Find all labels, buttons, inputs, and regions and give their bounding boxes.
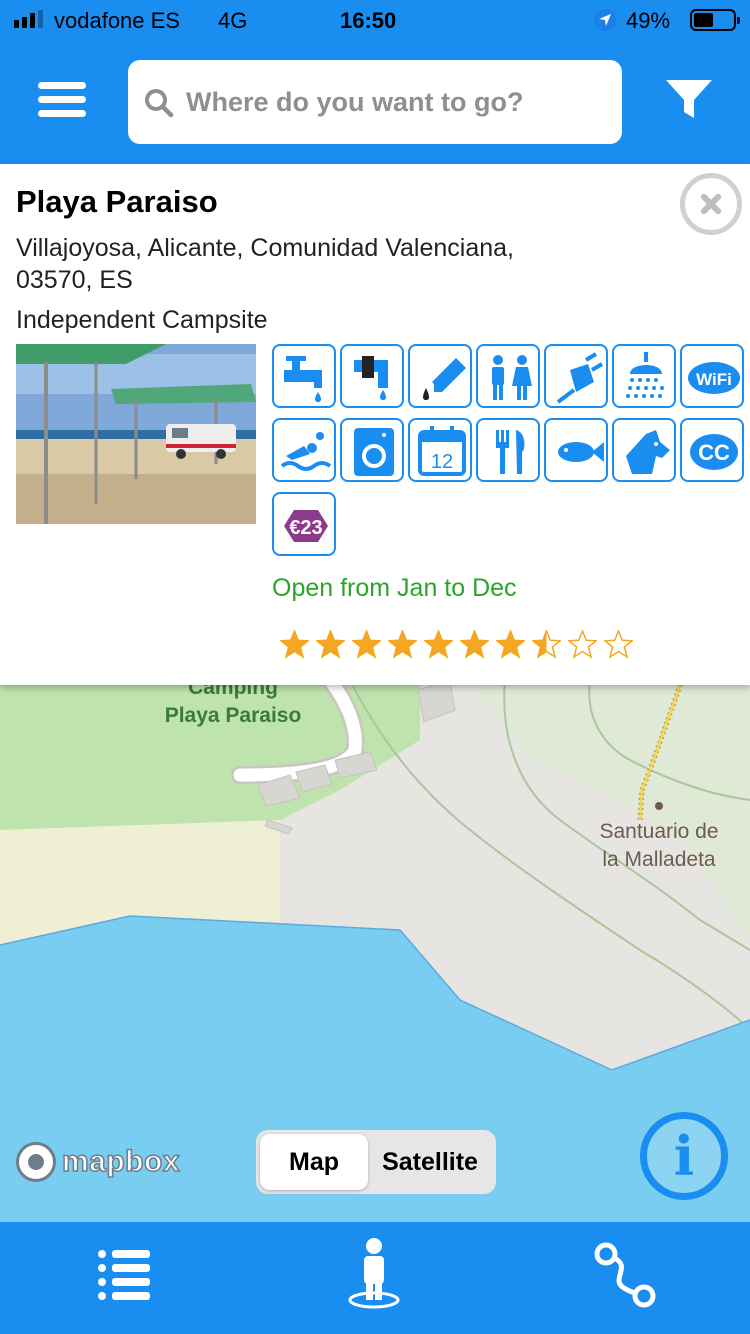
mapbox-wordmark: mapbox bbox=[61, 1144, 181, 1179]
location-arrow-icon bbox=[594, 9, 616, 31]
hamburger-menu-icon[interactable] bbox=[38, 82, 86, 118]
rating-star-icon bbox=[388, 630, 417, 659]
person-location-icon[interactable] bbox=[334, 1236, 414, 1316]
wifi-icon[interactable]: WiFi bbox=[680, 344, 744, 408]
mapbox-attribution[interactable]: mapbox bbox=[16, 1142, 180, 1182]
search-input[interactable] bbox=[186, 80, 606, 124]
close-icon[interactable] bbox=[680, 173, 742, 235]
camping-card-icon[interactable]: CC bbox=[680, 418, 744, 482]
info-button[interactable]: i bbox=[640, 1112, 728, 1200]
fishing-icon[interactable] bbox=[544, 418, 608, 482]
clock: 16:50 bbox=[340, 8, 397, 33]
rating-star-icon bbox=[532, 630, 561, 659]
calendar-day: 12 bbox=[431, 451, 453, 473]
signal-strength-icon bbox=[14, 10, 43, 28]
rating-star-icon bbox=[280, 630, 309, 659]
pets-allowed-icon[interactable] bbox=[612, 418, 676, 482]
map-view-button[interactable]: Map bbox=[260, 1134, 368, 1190]
campsite-card[interactable]: Playa Paraiso Villajoyosa, Alicante, Com… bbox=[0, 164, 750, 685]
rating-star-icon bbox=[352, 630, 381, 659]
water-refill-icon[interactable] bbox=[340, 344, 404, 408]
price-icon[interactable]: €23 bbox=[272, 492, 336, 556]
swimming-icon[interactable] bbox=[272, 418, 336, 482]
filter-funnel-icon[interactable] bbox=[664, 78, 714, 122]
rating-star-icon bbox=[604, 630, 633, 659]
washing-machine-icon[interactable] bbox=[340, 418, 404, 482]
campsite-address: Villajoyosa, Alicante, Comunidad Valenci… bbox=[16, 234, 514, 294]
map-label-poi: Santuario de la Malladeta bbox=[599, 820, 719, 871]
network-type: 4G bbox=[218, 8, 248, 33]
camping-card-label: CC bbox=[698, 440, 730, 465]
app-header: vodafone ES 4G 16:50 49% bbox=[0, 0, 750, 164]
map-view[interactable]: Camping Playa Paraiso Santuario de la Ma… bbox=[0, 680, 750, 1222]
rating-star-icon bbox=[496, 630, 525, 659]
calendar-icon[interactable]: 12 bbox=[408, 418, 472, 482]
wifi-label: WiFi bbox=[696, 370, 732, 389]
rating-star-icon bbox=[568, 630, 597, 659]
battery-icon bbox=[690, 9, 740, 31]
status-bar: vodafone ES 4G 16:50 49% bbox=[0, 0, 750, 42]
rating-stars bbox=[280, 630, 633, 659]
search-bar[interactable] bbox=[128, 60, 622, 144]
rating-star-icon bbox=[424, 630, 453, 659]
satellite-view-button[interactable]: Satellite bbox=[368, 1134, 492, 1190]
campsite-photo[interactable] bbox=[16, 344, 256, 524]
battery-percent: 49% bbox=[626, 8, 671, 33]
rating-star-icon bbox=[316, 630, 345, 659]
list-icon[interactable] bbox=[86, 1236, 166, 1316]
shower-icon[interactable] bbox=[612, 344, 676, 408]
restaurant-icon[interactable] bbox=[476, 418, 540, 482]
waste-disposal-icon[interactable] bbox=[408, 344, 472, 408]
route-icon[interactable] bbox=[586, 1236, 666, 1316]
campsite-type: Independent Campsite bbox=[16, 306, 268, 334]
price-badge: €23 bbox=[289, 517, 322, 539]
campsite-name: Playa Paraiso bbox=[16, 184, 218, 219]
mapbox-logo-icon bbox=[16, 1142, 56, 1182]
map-label-campsite: Camping Playa Paraiso bbox=[164, 680, 302, 727]
bottom-nav bbox=[0, 1222, 750, 1334]
map-type-toggle[interactable]: Map Satellite bbox=[256, 1130, 496, 1194]
rating-star-icon bbox=[460, 630, 489, 659]
opening-period: Open from Jan to Dec bbox=[272, 574, 517, 602]
search-icon bbox=[145, 89, 174, 118]
toilets-icon[interactable] bbox=[476, 344, 540, 408]
info-icon: i bbox=[673, 1124, 695, 1188]
carrier-name: vodafone ES bbox=[54, 8, 180, 33]
electricity-icon[interactable] bbox=[544, 344, 608, 408]
drinking-water-icon[interactable] bbox=[272, 344, 336, 408]
